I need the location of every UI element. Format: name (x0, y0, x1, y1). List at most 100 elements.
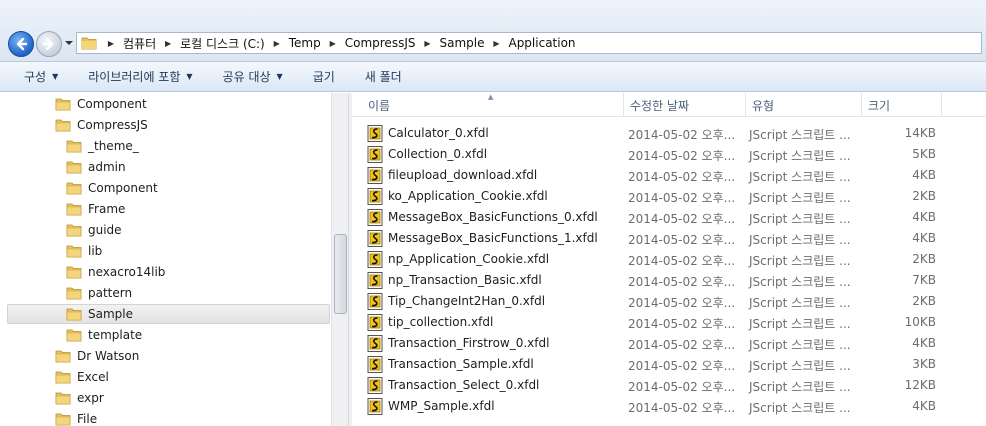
file-type: JScript 스크립트 ... (749, 401, 851, 415)
file-type: JScript 스크립트 ... (749, 233, 851, 247)
file-row[interactable]: Transaction_Firstrow_0.xfdl 2014-05-02 오후… (366, 333, 946, 354)
file-size: 14KB (904, 126, 936, 140)
file-row[interactable]: MessageBox_BasicFunctions_0.xfdl 2014-05-… (366, 207, 946, 228)
tree-item[interactable]: Excel (55, 367, 109, 387)
share-with-button[interactable]: 공유 대상 ▼ (215, 65, 291, 89)
file-date: 2014-05-02 오후... (628, 380, 736, 394)
back-arrow-icon (16, 37, 28, 51)
tree-item[interactable]: template (66, 325, 142, 345)
forward-button[interactable] (36, 31, 62, 57)
file-row[interactable]: np_Transaction_Basic.xfdl 2014-05-02 오후..… (366, 270, 946, 291)
breadcrumb-computer[interactable]: 컴퓨터 (119, 35, 160, 52)
burn-button[interactable]: 굽기 (305, 65, 343, 89)
tree-item[interactable]: Frame (66, 199, 125, 219)
file-name: Transaction_Sample.xfdl (388, 357, 534, 371)
file-type: JScript 스크립트 ... (749, 380, 851, 394)
file-type: JScript 스크립트 ... (749, 212, 851, 226)
navigation-scrollbar[interactable] (331, 93, 348, 426)
scrollbar-thumb[interactable] (334, 234, 347, 314)
breadcrumb-temp[interactable]: Temp (285, 36, 325, 50)
breadcrumb-separator-icon[interactable]: ▶ (488, 39, 504, 48)
breadcrumb-sample[interactable]: Sample (435, 36, 488, 50)
tree-item[interactable]: CompressJS (55, 115, 148, 135)
jscript-file-icon (367, 146, 383, 163)
file-row[interactable]: np_Application_Cookie.xfdl 2014-05-02 오후.… (366, 249, 946, 270)
file-type: JScript 스크립트 ... (749, 338, 851, 352)
file-row[interactable]: fileupload_download.xfdl 2014-05-02 오후...… (366, 165, 946, 186)
file-row[interactable]: tip_collection.xfdl 2014-05-02 오후... JScri… (366, 312, 946, 333)
command-bar: 구성 ▼ 라이브러리에 포함 ▼ 공유 대상 ▼ 굽기 새 폴더 (0, 62, 986, 92)
column-header-row: 이름 ▲ 수정한 날짜 유형 크기 (352, 93, 986, 117)
folder-icon (66, 224, 82, 237)
tree-item[interactable]: Dr Watson (55, 346, 139, 366)
tree-item[interactable]: nexacro14lib (66, 262, 165, 282)
tree-item-label: pattern (88, 286, 133, 300)
file-type: JScript 스크립트 ... (749, 254, 851, 268)
file-row[interactable]: Calculator_0.xfdl 2014-05-02 오후... JScript… (366, 123, 946, 144)
file-name: WMP_Sample.xfdl (388, 399, 495, 413)
column-header-name-label: 이름 (368, 98, 391, 113)
jscript-file-icon (367, 230, 383, 247)
new-folder-button[interactable]: 새 폴더 (357, 65, 410, 89)
tree-item-label: Excel (77, 370, 109, 384)
folder-icon (55, 392, 71, 405)
include-in-library-button[interactable]: 라이브러리에 포함 ▼ (80, 65, 200, 89)
file-row[interactable]: Tip_ChangeInt2Han_0.xfdl 2014-05-02 오후...… (366, 291, 946, 312)
file-row[interactable]: WMP_Sample.xfdl 2014-05-02 오후... JScript 스… (366, 396, 946, 417)
file-date: 2014-05-02 오후... (628, 170, 736, 184)
folder-icon (81, 37, 97, 50)
breadcrumb-separator-icon[interactable]: ▶ (160, 39, 176, 48)
breadcrumb-separator-icon[interactable]: ▶ (419, 39, 435, 48)
tree-item[interactable]: File (55, 409, 97, 426)
jscript-file-icon (367, 209, 383, 226)
folder-icon (55, 413, 71, 426)
breadcrumb-separator-icon[interactable]: ▶ (269, 39, 285, 48)
file-type: JScript 스크립트 ... (749, 317, 851, 331)
file-row[interactable]: ko_Application_Cookie.xfdl 2014-05-02 오후.… (366, 186, 946, 207)
file-row[interactable]: Transaction_Sample.xfdl 2014-05-02 오후... J… (366, 354, 946, 375)
tree-item[interactable]: admin (66, 157, 126, 177)
column-header-size-label: 크기 (868, 98, 891, 113)
file-type: JScript 스크립트 ... (749, 275, 851, 289)
breadcrumb[interactable]: ▶ 컴퓨터 ▶ 로컬 디스크 (C:) ▶ Temp ▶ CompressJS … (76, 32, 982, 54)
column-header-modified[interactable]: 수정한 날짜 (624, 93, 746, 117)
jscript-file-icon (367, 251, 383, 268)
file-date: 2014-05-02 오후... (628, 191, 736, 205)
column-header-size[interactable]: 크기 (862, 93, 942, 117)
folder-icon (66, 182, 82, 195)
breadcrumb-application[interactable]: Application (504, 36, 579, 50)
jscript-file-icon (367, 398, 383, 415)
tree-item-label: Sample (88, 307, 133, 321)
tree-item[interactable]: guide (66, 220, 122, 240)
tree-item[interactable]: Component (66, 178, 158, 198)
folder-icon (55, 119, 71, 132)
breadcrumb-separator-icon[interactable]: ▶ (325, 39, 341, 48)
file-date: 2014-05-02 오후... (628, 254, 736, 268)
tree-item[interactable]: lib (66, 241, 102, 261)
forward-arrow-icon (42, 37, 54, 51)
tree-item-label: template (88, 328, 143, 342)
file-size: 5KB (912, 147, 936, 161)
organize-button[interactable]: 구성 ▼ (16, 65, 66, 89)
file-row[interactable]: Transaction_Select_0.xfdl 2014-05-02 오후..… (366, 375, 946, 396)
tree-item[interactable]: expr (55, 388, 104, 408)
file-name: MessageBox_BasicFunctions_0.xfdl (388, 210, 598, 224)
column-header-type-label: 유형 (752, 98, 775, 113)
file-name: np_Transaction_Basic.xfdl (388, 273, 542, 287)
history-dropdown-icon[interactable] (64, 38, 74, 48)
tree-item[interactable]: _theme_ (66, 136, 139, 156)
tree-item[interactable]: Sample (7, 304, 330, 324)
tree-item[interactable]: pattern (66, 283, 132, 303)
tree-item-label: guide (88, 223, 122, 237)
breadcrumb-local-disk[interactable]: 로컬 디스크 (C:) (176, 35, 269, 52)
tree-item-label: Frame (88, 202, 126, 216)
tree-item[interactable]: Component (55, 94, 147, 114)
back-button[interactable] (8, 31, 34, 57)
column-header-type[interactable]: 유형 (746, 93, 862, 117)
file-row[interactable]: MessageBox_BasicFunctions_1.xfdl 2014-05-… (366, 228, 946, 249)
file-row[interactable]: Collection_0.xfdl 2014-05-02 오후... JScript… (366, 144, 946, 165)
breadcrumb-compressjs[interactable]: CompressJS (341, 36, 420, 50)
tree-item-label: Component (88, 181, 158, 195)
breadcrumb-separator-icon[interactable]: ▶ (103, 39, 119, 48)
share-with-label: 공유 대상 (222, 70, 271, 84)
